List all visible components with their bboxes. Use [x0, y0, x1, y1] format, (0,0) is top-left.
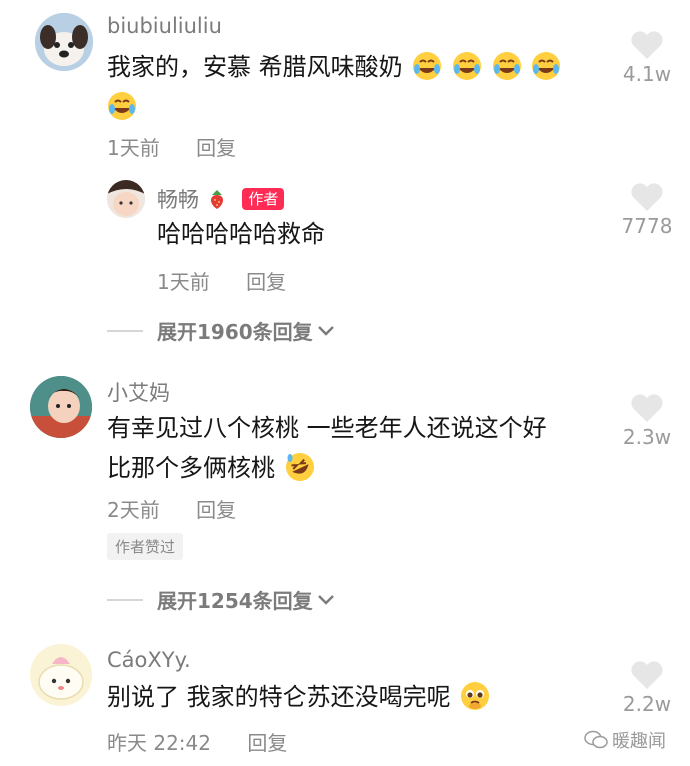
comment-text: 我家的，安慕 希腊风味酸奶	[107, 47, 597, 127]
avatar[interactable]	[35, 13, 93, 71]
reply-button[interactable]: 回复	[196, 136, 236, 160]
comment-meta: 2天前 回复	[107, 494, 266, 523]
comment-username[interactable]: biubiuliuliu	[107, 14, 222, 38]
divider-line	[107, 598, 143, 601]
comment-text-line: 别说了 我家的特仑苏还没喝完呢	[107, 683, 451, 711]
expand-replies-button[interactable]: 展开1960条回复	[107, 316, 335, 345]
cartoon-avatar-icon	[30, 644, 92, 706]
like-button[interactable]: 2.2w	[612, 660, 682, 716]
like-button[interactable]: 4.1w	[612, 30, 682, 86]
heart-icon	[631, 183, 663, 211]
avatar[interactable]	[30, 376, 92, 438]
crying-laughing-emoji-icon	[492, 52, 521, 80]
comment-text-line: 比那个多俩核桃	[107, 454, 275, 482]
expand-replies-label: 展开1254条回复	[157, 589, 313, 613]
comment-text: 有幸见过八个核桃 一些老年人还说这个好 比那个多俩核桃	[107, 408, 607, 488]
comment-time: 2天前	[107, 498, 160, 522]
reply-button[interactable]: 回复	[247, 731, 287, 755]
reply-button[interactable]: 回复	[246, 270, 286, 294]
wechat-icon	[584, 730, 608, 749]
divider-line	[107, 329, 143, 332]
like-count: 2.3w	[622, 425, 672, 449]
author-badge: 作者	[242, 188, 285, 210]
reply-time: 1天前	[157, 270, 210, 294]
chevron-down-icon	[317, 594, 334, 605]
child-avatar-icon	[30, 376, 92, 438]
pleading-face-emoji-icon	[461, 682, 490, 710]
reply-username[interactable]: 畅畅	[157, 188, 199, 212]
reply-button[interactable]: 回复	[196, 498, 236, 522]
comment-meta: 1天前 回复	[107, 132, 266, 161]
like-button[interactable]: 2.3w	[612, 393, 682, 449]
heart-icon	[631, 661, 663, 689]
crying-laughing-emoji-icon	[452, 52, 481, 80]
like-count: 7778	[621, 214, 673, 238]
dog-avatar-icon	[35, 13, 93, 71]
watermark-text: 暖趣闻	[612, 731, 666, 752]
author-liked-label: 作者赞过	[107, 533, 184, 560]
rolling-laughing-emoji-icon	[285, 453, 314, 481]
comment-text: 别说了 我家的特仑苏还没喝完呢	[107, 677, 607, 717]
like-count: 4.1w	[622, 62, 672, 86]
expand-replies-label: 展开1960条回复	[157, 320, 313, 344]
avatar[interactable]	[30, 644, 92, 706]
girl-avatar-icon	[107, 180, 145, 218]
like-button[interactable]: 7778	[612, 182, 682, 238]
crying-laughing-emoji-icon	[532, 52, 561, 80]
watermark: 暖趣闻	[584, 727, 666, 753]
comment-time: 1天前	[107, 136, 160, 160]
crying-laughing-emoji-icon	[413, 52, 442, 80]
comment-username[interactable]: 小艾妈	[107, 377, 170, 407]
chevron-down-icon	[317, 325, 334, 336]
heart-icon	[631, 394, 663, 422]
crying-laughing-emoji-icon	[108, 92, 136, 120]
comment-username[interactable]: CáoXYy.	[107, 648, 191, 672]
comment-meta: 昨天 22:42 回复	[107, 727, 317, 756]
heart-icon	[631, 31, 663, 59]
expand-replies-button[interactable]: 展开1254条回复	[107, 585, 335, 614]
reply-username-row: 畅畅 作者	[157, 184, 285, 214]
reply-meta: 1天前 回复	[157, 266, 316, 295]
reply-text: 哈哈哈哈哈救命	[157, 220, 325, 248]
author-liked-tag: 作者赞过	[107, 533, 184, 560]
comment-text-line: 有幸见过八个核桃 一些老年人还说这个好	[107, 414, 547, 442]
comment-text-line: 我家的，安慕 希腊风味酸奶	[107, 53, 403, 81]
strawberry-icon	[210, 190, 223, 209]
comment-time: 昨天 22:42	[107, 731, 211, 755]
avatar[interactable]	[107, 180, 145, 218]
like-count: 2.2w	[622, 692, 672, 716]
